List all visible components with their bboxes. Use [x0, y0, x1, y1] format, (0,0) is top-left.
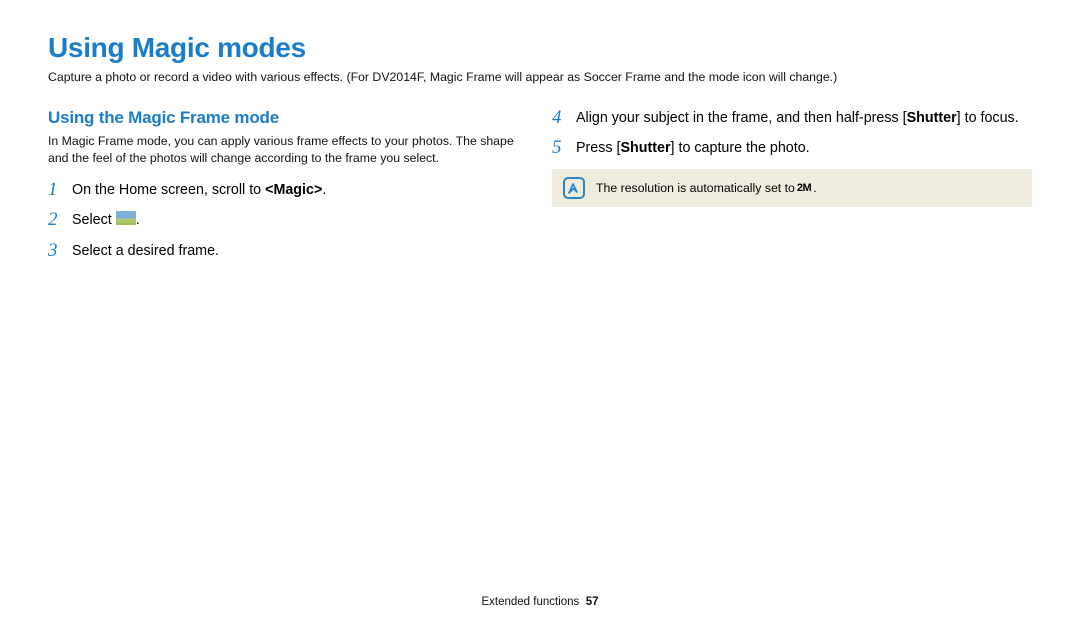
step-number: 3: [48, 241, 62, 261]
note-text: The resolution is automatically set to 2…: [596, 169, 827, 207]
text-bold: <Magic>: [265, 182, 322, 198]
text-suffix: ] to focus.: [957, 110, 1019, 126]
step-2: 2 Select .: [48, 210, 528, 230]
text-suffix: .: [322, 182, 326, 198]
step-text: Select .: [72, 210, 140, 230]
text-prefix: On the Home screen, scroll to: [72, 182, 265, 198]
step-text: Select a desired frame.: [72, 241, 219, 261]
step-number: 5: [552, 138, 566, 158]
content-columns: Using the Magic Frame mode In Magic Fram…: [48, 108, 1032, 271]
text-suffix: ] to capture the photo.: [671, 140, 810, 156]
text-prefix: Select: [72, 212, 116, 228]
text-suffix: .: [136, 212, 140, 228]
step-number: 4: [552, 108, 566, 128]
right-column: 4 Align your subject in the frame, and t…: [552, 108, 1032, 271]
note-suffix: .: [813, 181, 816, 195]
section-title: Using the Magic Frame mode: [48, 108, 528, 128]
step-text: On the Home screen, scroll to <Magic>.: [72, 180, 326, 200]
step-1: 1 On the Home screen, scroll to <Magic>.: [48, 180, 528, 200]
step-text: Press [Shutter] to capture the photo.: [576, 138, 810, 158]
left-column: Using the Magic Frame mode In Magic Fram…: [48, 108, 528, 271]
step-number: 2: [48, 210, 62, 230]
step-3: 3 Select a desired frame.: [48, 241, 528, 261]
page-subtitle: Capture a photo or record a video with v…: [48, 70, 1032, 86]
step-text: Align your subject in the frame, and the…: [576, 108, 1019, 128]
text-bold: Shutter: [907, 110, 957, 126]
note-icon: [563, 177, 585, 199]
note-prefix: The resolution is automatically set to: [596, 181, 795, 195]
resolution-badge: 2M: [797, 182, 811, 194]
note-box: The resolution is automatically set to 2…: [552, 169, 1032, 207]
magic-frame-icon: [116, 211, 136, 225]
text-bold: Shutter: [621, 140, 671, 156]
page-number: 57: [586, 596, 599, 608]
text-prefix: Align your subject in the frame, and the…: [576, 110, 907, 126]
footer: Extended functions 57: [0, 596, 1080, 608]
step-4: 4 Align your subject in the frame, and t…: [552, 108, 1032, 128]
footer-section: Extended functions: [481, 596, 579, 608]
page-title: Using Magic modes: [48, 32, 1032, 64]
section-intro: In Magic Frame mode, you can apply vario…: [48, 133, 528, 166]
step-number: 1: [48, 180, 62, 200]
note-icon-wrap: [552, 177, 596, 199]
text-prefix: Press [: [576, 140, 621, 156]
step-5: 5 Press [Shutter] to capture the photo.: [552, 138, 1032, 158]
